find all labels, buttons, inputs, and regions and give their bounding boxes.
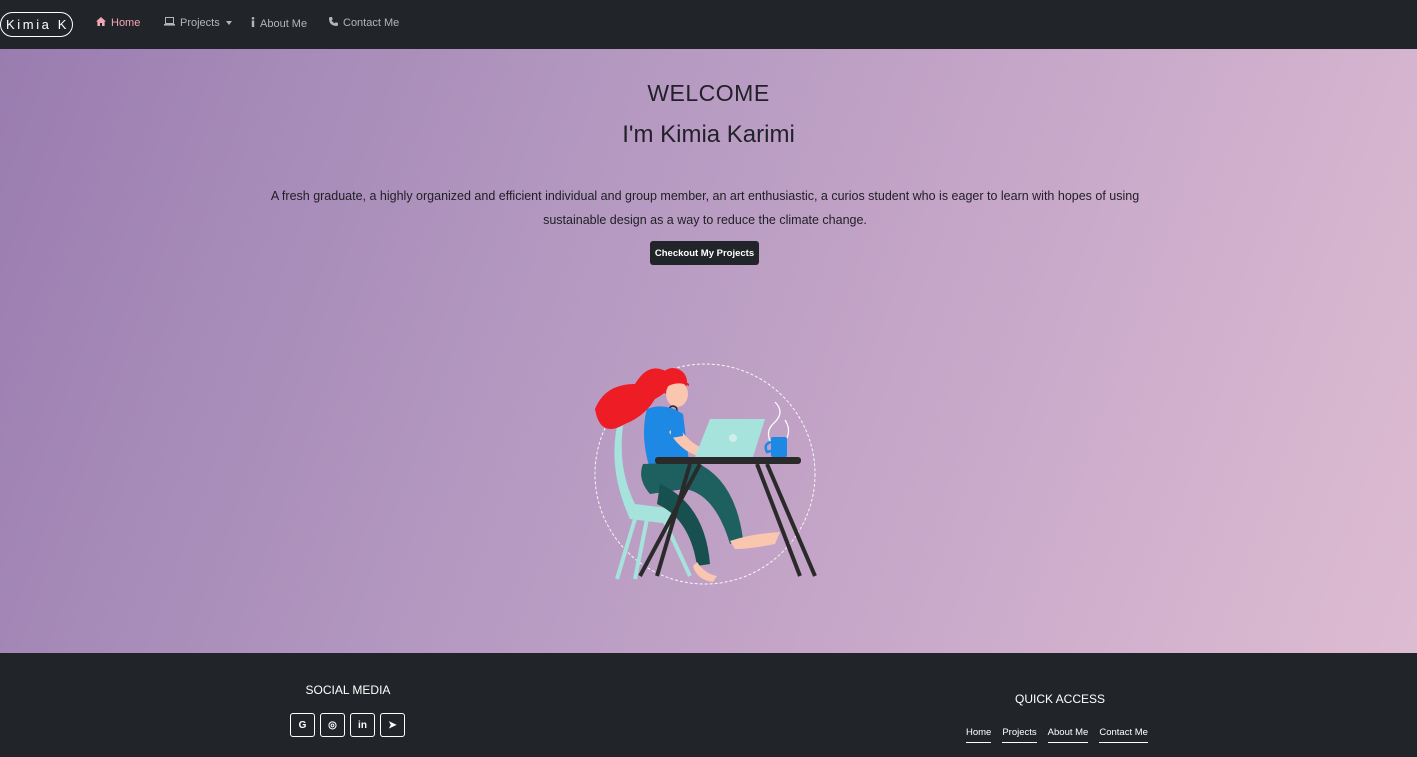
chevron-down-icon: [225, 21, 232, 25]
linkedin-icon[interactable]: in: [350, 713, 375, 737]
quick-link-projects[interactable]: Projects: [1002, 727, 1037, 743]
nav-contact[interactable]: Contact Me: [329, 17, 399, 29]
brand-logo[interactable]: Kimia K: [0, 12, 73, 37]
nav-about[interactable]: About Me: [251, 17, 307, 30]
hero-description: A fresh graduate, a highly organized and…: [270, 189, 1140, 227]
google-icon[interactable]: G: [290, 713, 315, 737]
nav-contact-label: Contact Me: [343, 17, 400, 29]
info-icon: [251, 17, 255, 30]
nav-home[interactable]: Home: [96, 17, 140, 29]
instagram-icon[interactable]: ◎: [320, 713, 345, 737]
laptop-icon: [164, 17, 175, 29]
hero-subtitle: I'm Kimia Karimi: [622, 121, 795, 148]
hero-title: WELCOME: [647, 80, 770, 106]
social-links: G ◎ in ➤: [290, 713, 405, 737]
quick-access-title: QUICK ACCESS: [1014, 692, 1106, 706]
quick-link-about[interactable]: About Me: [1047, 727, 1089, 743]
top-navbar: Kimia K Home Projects About Me Contact M…: [0, 0, 1417, 49]
home-icon: [96, 17, 106, 29]
phone-icon: [329, 17, 338, 29]
nav-projects-dropdown[interactable]: Projects: [164, 17, 232, 29]
quick-link-home[interactable]: Home: [966, 727, 992, 743]
nav-projects-label: Projects: [180, 17, 220, 29]
woman-laptop-illustration: [594, 363, 817, 585]
social-media-title: SOCIAL MEDIA: [305, 683, 391, 697]
nav-about-label: About Me: [260, 17, 308, 30]
quick-access-links: Home Projects About Me Contact Me: [966, 727, 1148, 743]
quick-link-contact[interactable]: Contact Me: [1099, 727, 1148, 743]
nav-home-label: Home: [111, 17, 141, 29]
telegram-icon[interactable]: ➤: [380, 713, 405, 737]
checkout-projects-button[interactable]: Checkout My Projects: [650, 241, 759, 265]
footer: SOCIAL MEDIA G ◎ in ➤ QUICK ACCESS Home …: [0, 653, 1417, 757]
hero-section: WELCOME I'm Kimia Karimi A fresh graduat…: [0, 49, 1417, 653]
